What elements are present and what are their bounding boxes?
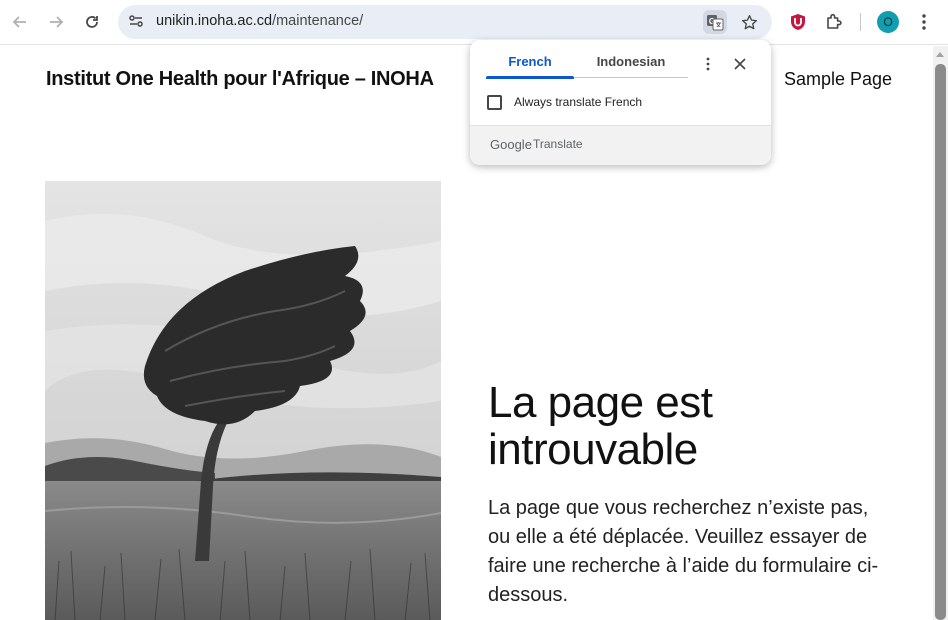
url-host: unikin.inoha.ac.cd [156,13,273,29]
tab-french[interactable]: French [486,54,574,78]
reload-icon [86,16,98,28]
address-bar[interactable]: unikin.inoha.ac.cd/maintenance/ G [118,5,772,39]
scroll-up-arrow-icon[interactable] [936,52,944,57]
bookmark-star-icon [741,14,757,29]
translate-button[interactable]: G [703,10,727,34]
chrome-menu-button[interactable] [912,10,936,34]
translate-popup-footer: Google Translate [470,125,771,165]
page-heading: La page est introuvable [488,378,713,474]
nav-sample-page[interactable]: Sample Page [784,69,892,90]
page-body-text: La page que vous recherchez n’existe pas… [488,497,879,606]
translate-popup: French Indonesian Always translate Frenc… [470,40,771,165]
translate-close-button[interactable] [730,54,750,74]
forward-button[interactable] [44,10,68,34]
back-button[interactable] [8,10,32,34]
translate-product-text: Translate [533,137,583,151]
more-vert-icon [706,57,710,71]
close-icon [734,58,746,70]
always-translate-checkbox[interactable] [487,95,502,110]
translate-icon: G [707,15,724,31]
page-scrollbar[interactable] [933,46,948,620]
profile-avatar[interactable]: O [877,11,899,33]
toolbar-separator [860,13,861,31]
url-text[interactable]: unikin.inoha.ac.cd/maintenance/ [156,13,363,29]
translate-options-button[interactable] [698,54,718,74]
scroll-thumb[interactable] [935,64,946,620]
forward-icon [50,16,64,28]
tab-selected-indicator [486,76,574,79]
back-icon [12,16,26,28]
extensions-button[interactable] [822,10,846,34]
tab-indonesian[interactable]: Indonesian [574,54,688,78]
ublock-extension-icon [791,14,805,30]
site-info-icon[interactable] [128,13,144,33]
bookmark-button[interactable] [737,10,761,34]
chrome-menu-icon [922,14,926,30]
browser-toolbar: unikin.inoha.ac.cd/maintenance/ G O [0,0,948,45]
page-content: Institut One Health pour l'Afrique – INO… [0,46,933,620]
url-path: /maintenance/ [272,13,364,29]
site-title[interactable]: Institut One Health pour l'Afrique – INO… [46,68,434,91]
always-translate-label[interactable]: Always translate French [514,95,642,109]
extensions-puzzle-icon [827,13,842,29]
ublock-extension-button[interactable] [786,10,810,34]
reload-button[interactable] [80,10,104,34]
google-logo-text: Google [490,137,532,152]
windswept-tree-image [45,181,441,620]
